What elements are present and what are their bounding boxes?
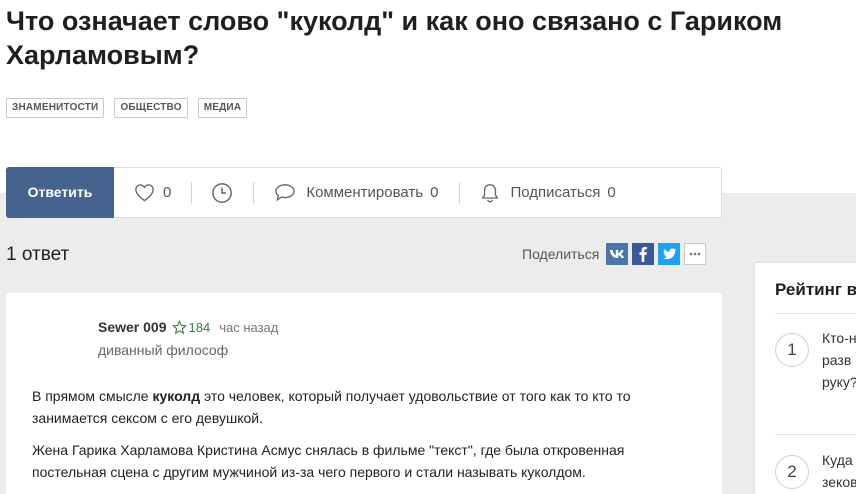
sidebar-item-text: Кто-н — [822, 330, 856, 346]
divider — [191, 181, 193, 204]
sidebar-item-2[interactable]: Куда зеков — [822, 449, 856, 493]
sidebar-title: Рейтинг в — [775, 280, 856, 299]
share-label: Поделиться — [522, 246, 600, 262]
twitter-icon[interactable] — [658, 243, 681, 265]
answer-card: Sewer 009 184 час назад диванный философ… — [6, 293, 722, 494]
history-button[interactable] — [211, 182, 233, 204]
more-icon[interactable] — [684, 243, 707, 265]
share-bar: Поделиться — [522, 243, 707, 265]
answers-count: 1 ответ — [6, 244, 70, 265]
answer-paragraph-2: Жена Гарика Харламова Кристина Асмус сня… — [32, 442, 625, 480]
answer-time: час назад — [219, 319, 279, 335]
answer-button[interactable]: Ответить — [6, 166, 114, 218]
answer-paragraph-1: В прямом смысле куколд это человек, кото… — [32, 385, 702, 429]
divider — [775, 313, 856, 314]
answer-text: В прямом смысле — [32, 388, 153, 404]
star-icon — [171, 319, 187, 335]
divider — [459, 181, 461, 204]
question-action-bar: Ответить 0 Комментировать 0 Подписаться … — [6, 166, 722, 218]
subscribe-button[interactable]: Подписаться 0 — [480, 182, 616, 204]
bell-icon — [480, 182, 500, 204]
sidebar-item-1[interactable]: Кто-н разв руку? — [822, 327, 856, 393]
sidebar-item-text: руку? — [822, 374, 856, 390]
tag-celebrities[interactable]: ЗНАМЕНИТОСТИ — [6, 98, 105, 118]
clock-icon — [211, 182, 233, 204]
author-role: диванный философ — [98, 342, 229, 358]
tag-media[interactable]: МЕДИА — [197, 98, 248, 118]
rank-badge: 1 — [775, 333, 809, 367]
question-title: Что означает слово "куколд" и как оно св… — [6, 6, 783, 70]
rating-sidebar: Рейтинг в 1 Кто-н разв руку? 2 Куда зеко… — [754, 262, 856, 494]
answer-keyword: куколд — [152, 388, 201, 404]
heart-icon — [134, 183, 155, 202]
subscribe-count: 0 — [607, 184, 616, 201]
subscribe-label: Подписаться — [510, 184, 601, 201]
sidebar-item-text: зеков — [822, 474, 856, 490]
like-button[interactable]: 0 — [134, 183, 171, 202]
tag-list: ЗНАМЕНИТОСТИ ОБЩЕСТВО МЕДИА — [6, 98, 248, 118]
rank-badge: 2 — [775, 455, 809, 489]
comment-count: 0 — [430, 184, 439, 201]
vk-icon[interactable] — [606, 243, 629, 265]
tag-society[interactable]: ОБЩЕСТВО — [114, 98, 188, 118]
comment-button[interactable]: Комментировать 0 — [273, 183, 438, 203]
sidebar-item-text: Куда — [822, 452, 853, 468]
comment-icon — [273, 183, 297, 203]
like-count: 0 — [163, 184, 172, 201]
facebook-icon[interactable] — [632, 243, 655, 265]
answer-author: Sewer 009 184 час назад — [98, 319, 278, 335]
rating-value: 184 — [188, 319, 211, 335]
author-rating: 184 — [171, 319, 211, 335]
comment-label: Комментировать — [306, 184, 424, 201]
author-name[interactable]: Sewer 009 — [98, 319, 167, 335]
sidebar-item-text: разв — [822, 352, 852, 368]
divider — [253, 181, 255, 204]
divider — [775, 434, 856, 435]
